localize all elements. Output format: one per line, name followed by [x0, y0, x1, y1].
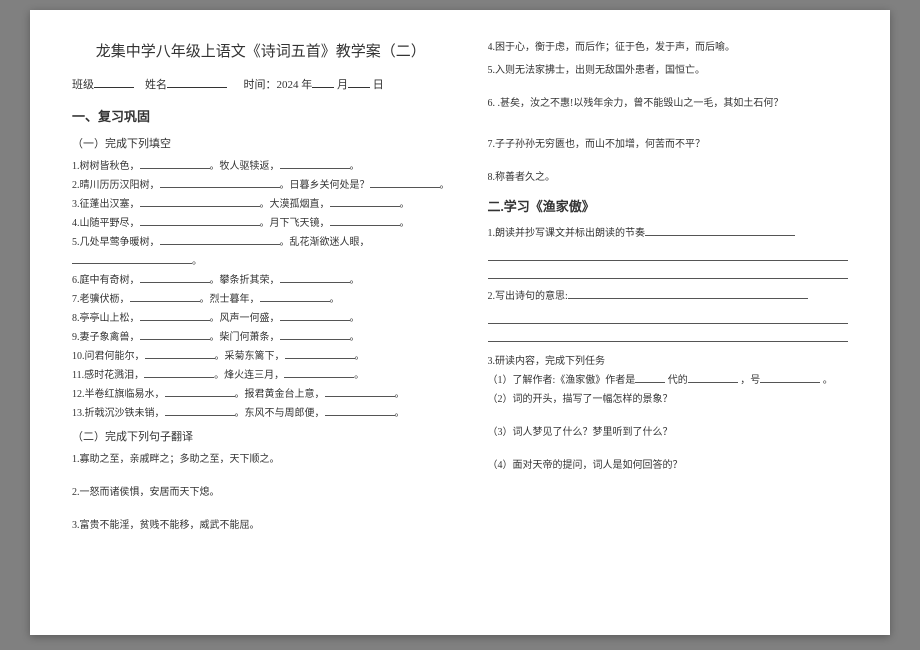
answer-line[interactable]: [488, 312, 849, 324]
class-label: 班级: [72, 79, 94, 91]
fill-item: 1.树树皆秋色，。牧人驱犊返，。: [72, 157, 450, 176]
left-column: 龙集中学八年级上语文《诗词五首》教学案（二） 班级 姓名 时间：2024 年 月…: [72, 38, 450, 607]
name-label: 姓名: [145, 79, 167, 91]
page-title: 龙集中学八年级上语文《诗词五首》教学案（二）: [72, 38, 450, 67]
right-column: 4.困于心，衡于虑，而后作；征于色，发于声，而后喻。 5.入则无法家拂士，出则无…: [488, 38, 849, 607]
q3-4: （4）面对天帝的提问，词人是如何回答的？: [488, 456, 849, 475]
q3-3: （3）词人梦见了什么？梦里听到了什么？: [488, 423, 849, 442]
translate-item: 5.入则无法家拂士，出则无敌国外患者，国恒亡。: [488, 61, 849, 80]
fill-item: 3.征蓬出汉塞，。大漠孤烟直，。: [72, 195, 450, 214]
fill-item: 。: [72, 252, 450, 271]
fill-item: 12.半卷红旗临易水，。报君黄金台上意，。: [72, 385, 450, 404]
q1: 1.朗读并抄写课文并标出朗读的节奏: [488, 224, 849, 243]
translate-item: 6. .甚矣，汝之不惠!以残年余力，曾不能毁山之一毛，其如土石何？: [488, 94, 849, 113]
year-suffix: 年: [301, 79, 312, 91]
translate-item: 8.称善者久之。: [488, 168, 849, 187]
class-blank[interactable]: [94, 76, 134, 88]
worksheet-page: 龙集中学八年级上语文《诗词五首》教学案（二） 班级 姓名 时间：2024 年 月…: [30, 10, 890, 635]
section1-sub2: （二）完成下列句子翻译: [72, 427, 450, 448]
fill-item: 5.几处早莺争暖树，。乱花渐欲迷人眼，: [72, 233, 450, 252]
fill-item: 13.折戟沉沙铁未销，。东风不与周郎便，。: [72, 404, 450, 423]
time-label: 时间：: [244, 79, 277, 91]
month-blank[interactable]: [312, 76, 334, 88]
month-suffix: 月: [337, 79, 348, 91]
fill-item: 9.妻子象禽兽，。柴门何萧条，。: [72, 328, 450, 347]
answer-line[interactable]: [488, 249, 849, 261]
fill-item: 8.亭亭山上松，。风声一何盛，。: [72, 309, 450, 328]
meta-line: 班级 姓名 时间：2024 年 月 日: [72, 75, 450, 96]
year: 2024: [277, 79, 299, 91]
fill-item: 10.问君何能尔，。采菊东篱下，。: [72, 347, 450, 366]
fill-item: 6.庭中有奇树，。攀条折其荣，。: [72, 271, 450, 290]
translate-item: 3.富贵不能淫，贫贱不能移，威武不能屈。: [72, 516, 450, 535]
day-suffix: 日: [373, 79, 384, 91]
fill-item: 4.山随平野尽，。月下飞天镜，。: [72, 214, 450, 233]
section2-heading: 二.学习《渔家傲》: [488, 195, 849, 220]
translate-item: 7.子子孙孙无穷匮也，而山不加增，何苦而不平？: [488, 135, 849, 154]
section1-sub1: （一）完成下列填空: [72, 134, 450, 155]
q3: 3.研读内容，完成下列任务: [488, 352, 849, 371]
fill-item: 7.老骥伏枥，。烈士暮年，。: [72, 290, 450, 309]
fill-item: 11.感时花溅泪，。烽火连三月，。: [72, 366, 450, 385]
day-blank[interactable]: [348, 76, 370, 88]
q3-1: （1）了解作者:《渔家傲》作者是 代的 ，号 。: [488, 371, 849, 390]
section1-heading: 一、复习巩固: [72, 105, 450, 130]
translate-item: 2.一怒而诸侯惧，安居而天下熄。: [72, 483, 450, 502]
translate-item: 1.寡助之至，亲戚畔之；多助之至，天下顺之。: [72, 450, 450, 469]
q2: 2.写出诗句的意思:: [488, 287, 849, 306]
name-blank[interactable]: [167, 76, 227, 88]
translate-item: 4.困于心，衡于虑，而后作；征于色，发于声，而后喻。: [488, 38, 849, 57]
q3-2: （2）词的开头，描写了一幅怎样的景象？: [488, 390, 849, 409]
fill-item: 2.晴川历历汉阳树，。日暮乡关何处是？。: [72, 176, 450, 195]
answer-line[interactable]: [488, 267, 849, 279]
answer-line[interactable]: [488, 330, 849, 342]
